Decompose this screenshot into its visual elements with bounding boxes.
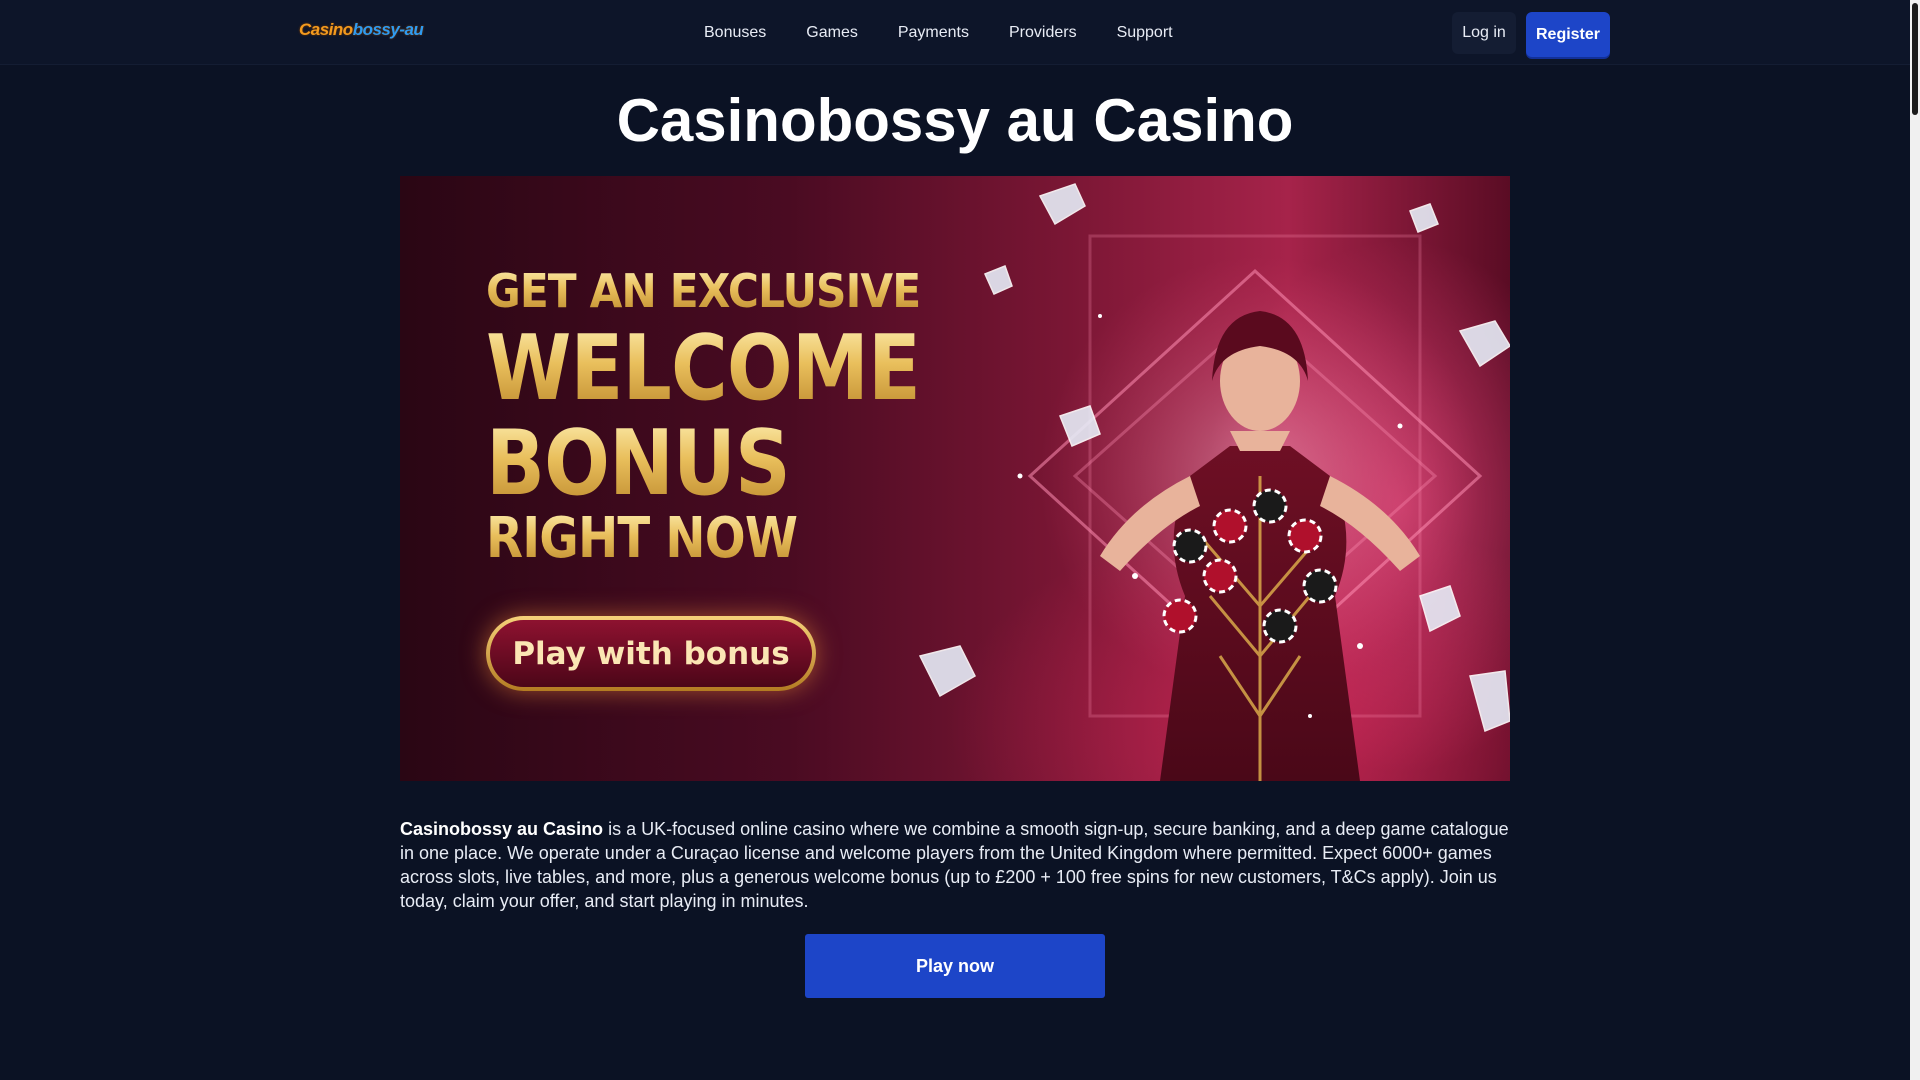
nav-support[interactable]: Support xyxy=(1117,24,1173,42)
page-title: Casinobossy au Casino xyxy=(616,87,1294,154)
register-button[interactable]: Register xyxy=(1526,12,1610,57)
nav-games[interactable]: Games xyxy=(806,24,858,42)
banner-line-4: RIGHT NOW xyxy=(486,506,798,571)
login-button[interactable]: Log in xyxy=(1452,12,1516,54)
welcome-bonus-banner[interactable]: GET AN EXCLUSIVE WELCOME BONUS RIGHT NOW… xyxy=(400,176,1510,781)
scrollbar-thumb[interactable] xyxy=(1912,3,1918,115)
play-with-bonus-label: Play with bonus xyxy=(490,620,812,687)
play-now-button[interactable]: Play now xyxy=(805,934,1105,998)
nav-providers[interactable]: Providers xyxy=(1009,24,1077,42)
banner-line-3: BONUS xyxy=(486,411,791,516)
site-header: Casinobossy-au Bonuses Games Payments Pr… xyxy=(0,0,1910,65)
site-logo[interactable]: Casinobossy-au xyxy=(299,20,424,40)
banner-line-2: WELCOME xyxy=(486,316,921,421)
main-nav: Bonuses Games Payments Providers Support xyxy=(704,0,1213,65)
intro-paragraph: Casinobossy au Casino is a UK-focused on… xyxy=(400,817,1512,913)
intro-bold-name: Casinobossy au Casino xyxy=(400,819,604,839)
nav-payments[interactable]: Payments xyxy=(898,24,969,42)
logo-text-part2: bossy-au xyxy=(352,20,424,39)
nav-bonuses[interactable]: Bonuses xyxy=(704,24,766,42)
logo-text-part1: Casino xyxy=(299,20,353,39)
banner-line-1: GET AN EXCLUSIVE xyxy=(486,264,921,318)
page-scrollbar[interactable] xyxy=(1910,0,1920,1080)
play-with-bonus-button[interactable]: Play with bonus xyxy=(486,616,816,691)
